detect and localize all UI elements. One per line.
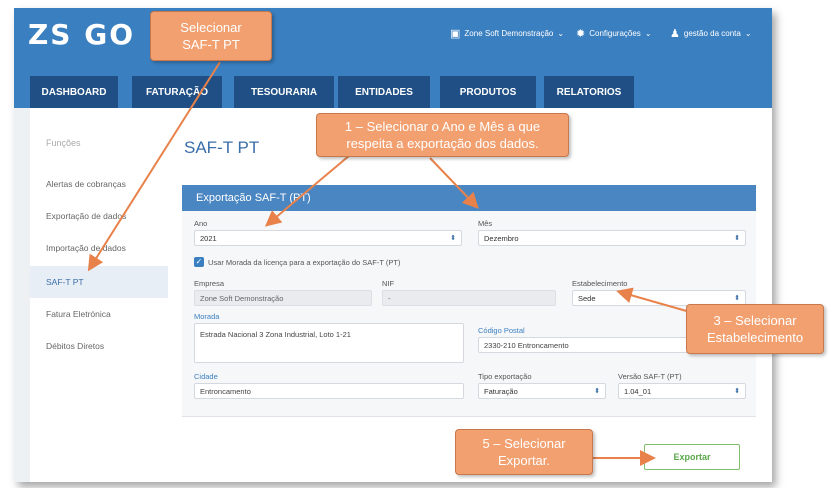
callout-text: Selecionar <box>180 20 242 35</box>
section-header: Exportação SAF-T (PT) <box>182 185 756 211</box>
chevron-down-icon: ⌄ <box>744 29 752 38</box>
ano-select[interactable]: 2021 ⬍ <box>194 230 462 246</box>
cidade-label: Cidade <box>194 372 218 381</box>
mes-value: Dezembro <box>484 233 519 243</box>
callout-text: SAF-T PT <box>182 37 240 52</box>
codigo-postal-label: Código Postal <box>478 326 525 335</box>
estabelecimento-value: Sede <box>578 293 596 303</box>
callout-select-establishment: 3 – Selecionar Estabelecimento <box>686 304 824 354</box>
sidebar-item-debitos[interactable]: Débitos Diretos <box>30 330 168 362</box>
dropdown-arrow-icon: ⬍ <box>450 235 456 242</box>
sidebar: Funções Alertas de cobranças Exportação … <box>30 108 168 482</box>
sidebar-item-importacao[interactable]: Importação de dados <box>30 232 168 264</box>
versao-saft-label: Versão SAF-T (PT) <box>618 372 682 381</box>
callout-select-saft: Selecionar SAF-T PT <box>150 11 272 61</box>
app-window: ZS GO ▣ Zone Soft Demonstração ⌄ ✹ Confi… <box>14 8 772 482</box>
versao-saft-select[interactable]: 1.04_01 ⬍ <box>618 383 746 399</box>
estabelecimento-label: Estabelecimento <box>572 279 628 288</box>
account-menu[interactable]: ♟ gestão da conta ⌄ <box>670 27 752 40</box>
sidebar-item-exportacao[interactable]: Exportação de dados <box>30 200 168 232</box>
callout-select-export: 5 – Selecionar Exportar. <box>455 429 593 475</box>
tab-relatorios[interactable]: RELATORIOS <box>544 76 634 108</box>
chevron-down-icon: ⌄ <box>644 29 652 38</box>
empresa-label: Empresa <box>194 279 225 288</box>
checkbox-label: Usar Morada da licença para a exportação… <box>208 258 401 267</box>
tipo-exportacao-value: Faturação <box>484 386 518 396</box>
dropdown-arrow-icon: ⬍ <box>594 388 600 395</box>
briefcase-icon: ▣ <box>450 28 461 40</box>
tab-produtos[interactable]: PRODUTOS <box>440 76 536 108</box>
export-button[interactable]: Exportar <box>644 444 740 470</box>
settings-menu[interactable]: ✹ Configurações ⌄ <box>576 27 652 40</box>
callout-text: 3 – Selecionar <box>713 313 797 328</box>
callout-text: respeita a exportação dos dados. <box>346 136 539 151</box>
sidebar-item-fatura-eletronica[interactable]: Fatura Eletrónica <box>30 298 168 330</box>
ano-value: 2021 <box>200 233 217 243</box>
empresa-field: Zone Soft Demonstração <box>194 290 372 306</box>
ano-label: Ano <box>194 219 208 228</box>
codigo-postal-input[interactable]: 2330-210 Entroncamento <box>478 337 698 353</box>
page-title: SAF-T PT <box>184 138 260 157</box>
mes-select[interactable]: Dezembro ⬍ <box>478 230 746 246</box>
morada-checkbox[interactable]: ✓ <box>194 257 204 267</box>
cidade-input[interactable]: Entroncamento <box>194 383 464 399</box>
nif-field: - <box>382 290 556 306</box>
account-label: gestão da conta <box>683 29 741 38</box>
mes-label: Mês <box>478 219 493 228</box>
sidebar-item-saft[interactable]: SAF-T PT <box>30 266 168 298</box>
company-selector[interactable]: ▣ Zone Soft Demonstração ⌄ <box>450 27 564 40</box>
main-content: SAF-T PT Exportação SAF-T (PT) Ano 2021 … <box>168 108 772 482</box>
dropdown-arrow-icon: ⬍ <box>734 235 740 242</box>
chevron-down-icon: ⌄ <box>557 29 565 38</box>
tipo-exportacao-label: Tipo exportação <box>478 372 532 381</box>
tab-tesouraria[interactable]: TESOURARIA <box>234 76 334 108</box>
tab-dashboard[interactable]: DASHBOARD <box>30 76 118 108</box>
export-form: Ano 2021 ⬍ Mês Dezembro ⬍ ✓ Usar Morada … <box>182 211 756 417</box>
dropdown-arrow-icon: ⬍ <box>734 295 740 302</box>
dropdown-arrow-icon: ⬍ <box>734 388 740 395</box>
nif-label: NIF <box>382 279 395 288</box>
morada-textarea[interactable]: Estrada Nacional 3 Zona Industrial, Loto… <box>194 323 464 363</box>
versao-saft-value: 1.04_01 <box>624 386 652 396</box>
morada-label: Morada <box>194 312 220 321</box>
callout-text: Estabelecimento <box>706 330 804 345</box>
callout-select-year-month: 1 – Selecionar o Ano e Mês a que respeit… <box>316 113 569 157</box>
callout-text: 1 – Selecionar o Ano e Mês a que <box>344 119 541 134</box>
top-bar: ZS GO ▣ Zone Soft Demonstração ⌄ ✹ Confi… <box>14 8 772 108</box>
callout-text: Exportar. <box>497 453 551 468</box>
tab-faturacao[interactable]: FATURAÇÃO <box>132 76 222 108</box>
settings-label: Configurações <box>589 29 641 38</box>
tipo-exportacao-select[interactable]: Faturação ⬍ <box>478 383 606 399</box>
user-icon: ♟ <box>670 28 680 40</box>
company-name: Zone Soft Demonstração <box>464 29 554 38</box>
callout-text: 5 – Selecionar <box>482 436 566 451</box>
sidebar-item-alertas[interactable]: Alertas de cobranças <box>30 168 168 200</box>
tab-entidades[interactable]: ENTIDADES <box>338 76 430 108</box>
sidebar-title: Funções <box>46 138 81 148</box>
app-logo: ZS GO <box>28 18 136 51</box>
gear-icon: ✹ <box>576 28 586 40</box>
